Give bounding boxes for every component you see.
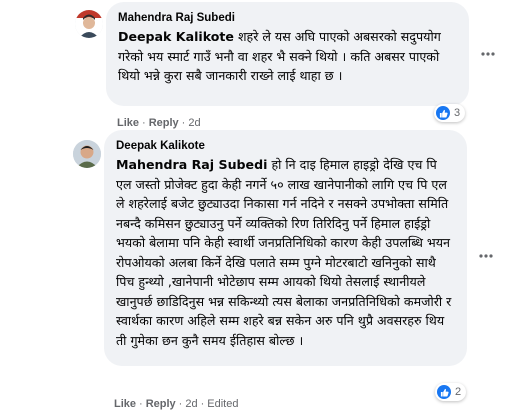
reaction-count: 2 <box>455 386 462 398</box>
avatar[interactable] <box>75 10 103 38</box>
comment-author[interactable]: Deepak Kalikote <box>116 139 455 153</box>
separator: · <box>142 117 146 129</box>
reply-button[interactable]: Reply <box>149 117 179 129</box>
like-button[interactable]: Like <box>117 117 139 129</box>
comment-thread: Mahendra Raj Subedi Deepak Kalikote शहरे… <box>0 0 520 414</box>
thumbs-up-icon <box>437 385 451 399</box>
reaction-summary[interactable]: 2 <box>435 383 467 401</box>
comment-timestamp[interactable]: 2d <box>188 117 200 129</box>
avatar-photo <box>75 10 103 38</box>
reaction-summary[interactable]: 3 <box>434 104 466 122</box>
separator: · <box>139 398 143 410</box>
more-options-icon[interactable] <box>476 246 496 266</box>
mention-tag[interactable]: Mahendra Raj Subedi <box>116 157 267 172</box>
comment-author[interactable]: Mahendra Raj Subedi <box>118 11 457 25</box>
comment-bubble: Deepak Kalikote Mahendra Raj Subedi हो न… <box>104 130 467 366</box>
comment-body: हो नि दाइ हिमाल हाइड्रो देखि एच पि एल जस… <box>116 157 452 348</box>
avatar-photo <box>73 140 101 168</box>
avatar[interactable] <box>73 140 101 168</box>
comment-text: Mahendra Raj Subedi हो नि दाइ हिमाल हाइड… <box>116 155 455 350</box>
reaction-count: 3 <box>454 107 461 119</box>
thumbs-up-icon <box>436 106 450 120</box>
separator: · <box>200 398 205 410</box>
separator: · <box>178 398 183 410</box>
comment-text: Deepak Kalikote शहरे ले यस अघि पाएको अबस… <box>118 27 457 86</box>
comment-timestamp[interactable]: 2d <box>185 398 197 410</box>
mention-tag[interactable]: Deepak Kalikote <box>118 29 234 44</box>
comment-bubble: Mahendra Raj Subedi Deepak Kalikote शहरे… <box>106 2 469 106</box>
comment-actions: Like · Reply · 2d · Edited <box>114 397 238 411</box>
comment-actions: Like · Reply · 2d <box>117 116 201 130</box>
edited-label[interactable]: Edited <box>207 398 238 410</box>
more-options-icon[interactable] <box>478 44 498 64</box>
separator: · <box>181 117 186 129</box>
reply-button[interactable]: Reply <box>146 398 176 410</box>
like-button[interactable]: Like <box>114 398 136 410</box>
